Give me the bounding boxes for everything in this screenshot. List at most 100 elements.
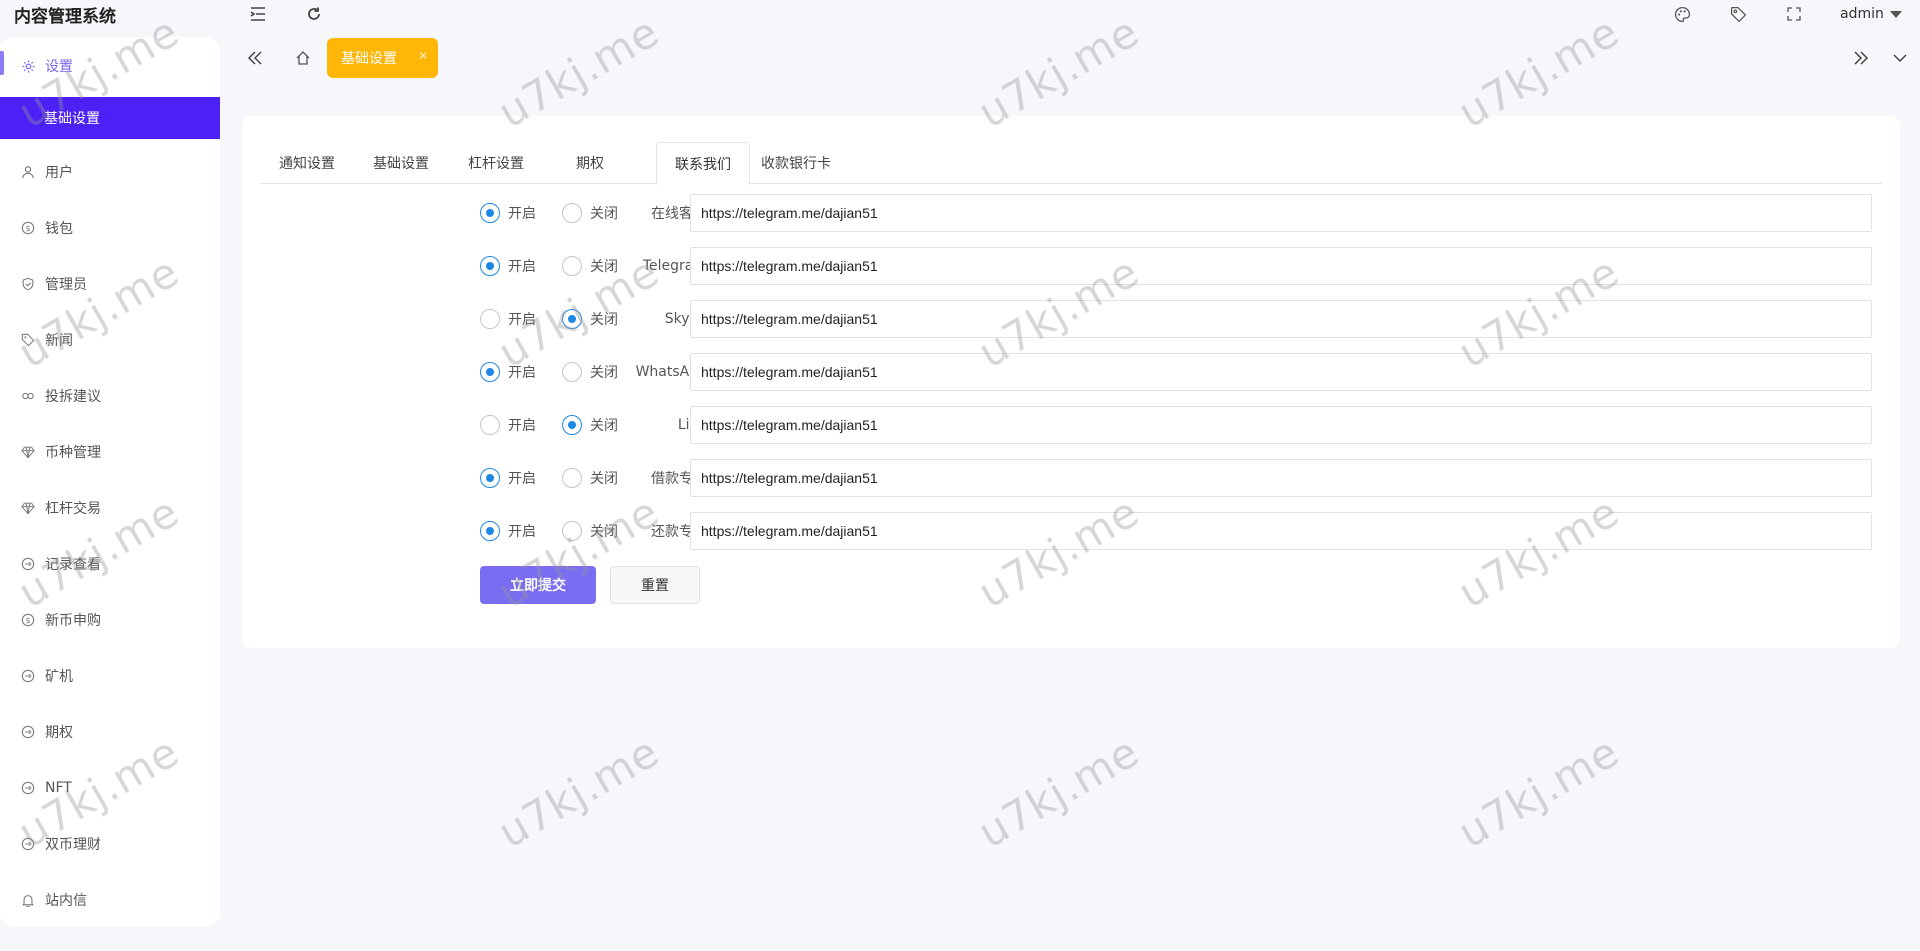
tab-bank-card[interactable]: 收款银行卡	[750, 142, 842, 184]
link-input[interactable]	[690, 459, 1872, 497]
sidebar-item-12[interactable]: 期权	[0, 717, 220, 747]
sidebar-item-5[interactable]: 新闻	[0, 325, 220, 355]
sidebar-item-label: 记录查看	[45, 557, 101, 573]
sidebar-item-label: 新闻	[45, 333, 73, 349]
contact-row: Skype 开启 关闭	[242, 300, 1900, 338]
radio-off-label: 关闭	[590, 418, 618, 434]
sidebar-item-settings[interactable]: 设置	[0, 51, 220, 81]
cart-icon	[20, 724, 36, 740]
watermark: u7kj.me	[970, 726, 1148, 858]
radio-off[interactable]: 关闭	[562, 203, 618, 223]
radio-circle-icon[interactable]	[562, 362, 582, 382]
radio-circle-icon[interactable]	[480, 468, 500, 488]
radio-on[interactable]: 开启	[480, 521, 536, 541]
user-menu[interactable]: admin	[1840, 2, 1902, 26]
radio-off[interactable]: 关闭	[562, 309, 618, 329]
sidebar-item-3[interactable]: $ 钱包	[0, 213, 220, 243]
radio-on[interactable]: 开启	[480, 203, 536, 223]
radio-off-label: 关闭	[590, 524, 618, 540]
sidebar-item-8[interactable]: 杠杆交易	[0, 493, 220, 523]
radio-circle-icon[interactable]	[562, 415, 582, 435]
user-icon	[20, 164, 36, 180]
svg-text:$: $	[25, 224, 30, 233]
radio-off[interactable]: 关闭	[562, 415, 618, 435]
bell-icon	[20, 892, 36, 908]
link-input[interactable]	[690, 512, 1872, 550]
radio-on-label: 开启	[508, 524, 536, 540]
sidebar-item-11[interactable]: 矿机	[0, 661, 220, 691]
radio-on[interactable]: 开启	[480, 309, 536, 329]
sidebar-item-4[interactable]: 管理员	[0, 269, 220, 299]
refresh-icon[interactable]	[304, 4, 324, 24]
radio-circle-icon[interactable]	[562, 521, 582, 541]
fullscreen-icon[interactable]	[1784, 4, 1804, 24]
tab-basic-settings[interactable]: 基础设置 ✕	[327, 38, 438, 78]
tab-notification-settings[interactable]: 通知设置	[260, 142, 354, 184]
dollar-icon: $	[20, 612, 36, 628]
link-input[interactable]	[690, 353, 1872, 391]
close-icon[interactable]: ✕	[418, 49, 428, 63]
contact-row: Telegram 开启 关闭	[242, 247, 1900, 285]
radio-circle-icon[interactable]	[480, 256, 500, 276]
radio-on[interactable]: 开启	[480, 362, 536, 382]
radio-on[interactable]: 开启	[480, 415, 536, 435]
sidebar-item-14[interactable]: 双币理财	[0, 829, 220, 859]
sidebar-item-basic-settings[interactable]: 基础设置	[0, 97, 220, 139]
settings-card: 通知设置 基础设置 杠杆设置 期权 联系我们 收款银行卡 在线客服开启关闭Tel…	[242, 116, 1900, 648]
sidebar-item-13[interactable]: NFT	[0, 773, 220, 803]
tab-options[interactable]: 期权	[544, 142, 636, 184]
home-icon[interactable]	[293, 48, 313, 68]
radio-circle-icon[interactable]	[480, 415, 500, 435]
radio-circle-icon[interactable]	[562, 256, 582, 276]
link-input[interactable]	[690, 194, 1872, 232]
chevron-down-icon[interactable]	[1890, 48, 1910, 68]
contact-row: 在线客服 开启 关闭	[242, 194, 1900, 232]
sidebar-item-7[interactable]: 币种管理	[0, 437, 220, 467]
link-input[interactable]	[690, 300, 1872, 338]
double-chevron-left-icon[interactable]	[244, 48, 266, 68]
radio-circle-icon[interactable]	[562, 468, 582, 488]
radio-circle-icon[interactable]	[480, 203, 500, 223]
radio-on[interactable]: 开启	[480, 256, 536, 276]
radio-on[interactable]: 开启	[480, 468, 536, 488]
sidebar-item-label: 双币理财	[45, 837, 101, 853]
collapse-menu-icon[interactable]	[248, 4, 268, 24]
radio-off[interactable]: 关闭	[562, 256, 618, 276]
tab-basic-settings-inner[interactable]: 基础设置	[354, 142, 448, 184]
radio-circle-icon[interactable]	[480, 362, 500, 382]
sidebar-item-15[interactable]: 站内信	[0, 885, 220, 915]
sidebar-item-2[interactable]: 用户	[0, 157, 220, 187]
radio-off[interactable]: 关闭	[562, 468, 618, 488]
radio-off[interactable]: 关闭	[562, 362, 618, 382]
radio-circle-icon[interactable]	[562, 203, 582, 223]
svg-text:$: $	[25, 616, 30, 625]
tag-icon[interactable]	[1728, 4, 1748, 24]
sidebar-item-label: 币种管理	[45, 445, 101, 461]
submit-button[interactable]: 立即提交	[480, 566, 596, 604]
reset-button[interactable]: 重置	[610, 566, 700, 604]
radio-circle-icon[interactable]	[562, 309, 582, 329]
contact-row: Line开启关闭	[242, 406, 1900, 444]
gear-icon	[20, 58, 36, 74]
radio-circle-icon[interactable]	[480, 521, 500, 541]
tab-leverage-settings[interactable]: 杠杆设置	[448, 142, 544, 184]
caret-down-icon	[1889, 10, 1902, 18]
tag-icon	[20, 332, 36, 348]
link-icon	[20, 388, 36, 404]
cart-icon	[20, 836, 36, 852]
cart-icon	[20, 780, 36, 796]
radio-on-label: 开启	[508, 312, 536, 328]
palette-icon[interactable]	[1672, 4, 1692, 24]
watermark: u7kj.me	[490, 726, 668, 858]
radio-circle-icon[interactable]	[480, 309, 500, 329]
double-chevron-right-icon[interactable]	[1850, 48, 1872, 68]
radio-off[interactable]: 关闭	[562, 521, 618, 541]
sidebar-item-6[interactable]: 投拆建议	[0, 381, 220, 411]
sidebar-item-9[interactable]: 记录查看	[0, 549, 220, 579]
link-input[interactable]	[690, 247, 1872, 285]
link-input[interactable]	[690, 406, 1872, 444]
sidebar-item-10[interactable]: $ 新币申购	[0, 605, 220, 635]
sidebar-item-label: NFT	[45, 780, 72, 796]
sidebar-item-label: 站内信	[45, 893, 87, 909]
tab-contact-us[interactable]: 联系我们	[656, 142, 750, 185]
